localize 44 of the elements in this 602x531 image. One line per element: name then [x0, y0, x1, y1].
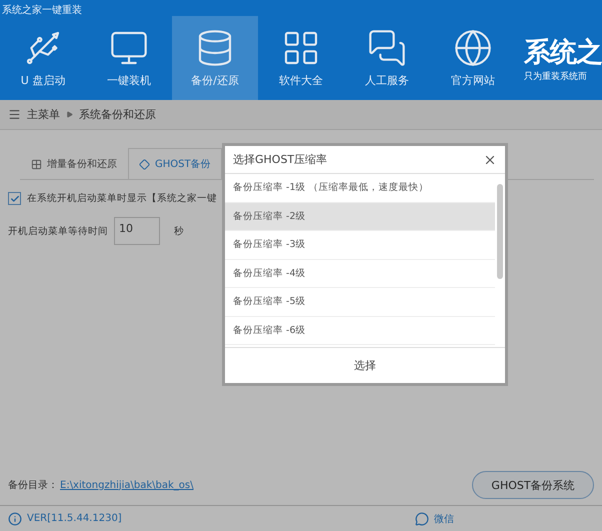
diamond-icon — [139, 158, 150, 170]
chat-bubbles-icon — [367, 28, 407, 68]
nav-label: 官方网站 — [451, 73, 495, 88]
checkbox-label: 在系统开机启动菜单时显示【系统之家一键 — [27, 192, 217, 205]
checkbox[interactable] — [8, 192, 21, 205]
wait-time-label: 开机启动菜单等待时间 — [8, 224, 108, 238]
nav-tab[interactable]: U 盘启动 — [0, 16, 86, 100]
backup-dir-link[interactable]: E:\xitongzhijia\bak\bak_os\ — [60, 480, 194, 490]
nav-label: 人工服务 — [365, 73, 409, 88]
ghost-backup-button[interactable]: GHOST备份系统 — [472, 471, 594, 499]
scrollbar-thumb[interactable] — [497, 184, 503, 279]
nav-label: 备份/还原 — [191, 73, 239, 88]
nav-tab[interactable]: 备份/还原 — [172, 16, 258, 100]
breadcrumb-link[interactable]: 主菜单 — [27, 107, 60, 122]
logo-subtitle: 只为重装系统而 — [524, 70, 588, 82]
wechat-label[interactable]: 微信 — [434, 512, 454, 526]
nav-tab[interactable]: 软件大全 — [258, 16, 344, 100]
list-item[interactable]: 备份压缩率 -6级 — [225, 316, 495, 345]
window-title: 系统之家一键重装 — [1, 4, 83, 16]
dialog-title: 选择GHOST压缩率 — [233, 152, 328, 167]
tab[interactable]: GHOST备份 — [128, 148, 222, 179]
tab-label: 增量备份和还原 — [47, 158, 117, 171]
info-icon — [8, 512, 22, 526]
chat-icon[interactable] — [415, 512, 429, 526]
globe-icon — [453, 28, 493, 68]
nav-tab[interactable]: 官方网站 — [430, 16, 516, 100]
chevron-icon — [66, 111, 73, 118]
windows-icon — [31, 158, 42, 170]
nav-label: 软件大全 — [279, 73, 323, 88]
nav-tab[interactable]: 人工服务 — [344, 16, 430, 100]
version-text: VER[11.5.44.1230] — [27, 513, 122, 524]
breadcrumb-current: 系统备份和还原 — [79, 107, 156, 122]
nav-tab[interactable]: 一键装机 — [86, 16, 172, 100]
logo-title: 系统之 — [524, 36, 602, 70]
backup-dir-label: 备份目录： — [8, 479, 58, 492]
list-item[interactable]: 备份压缩率 -2级 — [225, 202, 495, 231]
menu-icon[interactable] — [8, 108, 21, 121]
tab-label: GHOST备份 — [155, 158, 211, 171]
nav-label: U 盘启动 — [20, 73, 66, 88]
tab[interactable]: 增量备份和还原 — [20, 148, 128, 179]
unit-label: 秒 — [174, 224, 184, 238]
input-field[interactable]: 10 — [114, 217, 160, 245]
list-item[interactable]: 备份压缩率 -4级 — [225, 260, 495, 288]
nav-label: 一键装机 — [107, 73, 151, 88]
